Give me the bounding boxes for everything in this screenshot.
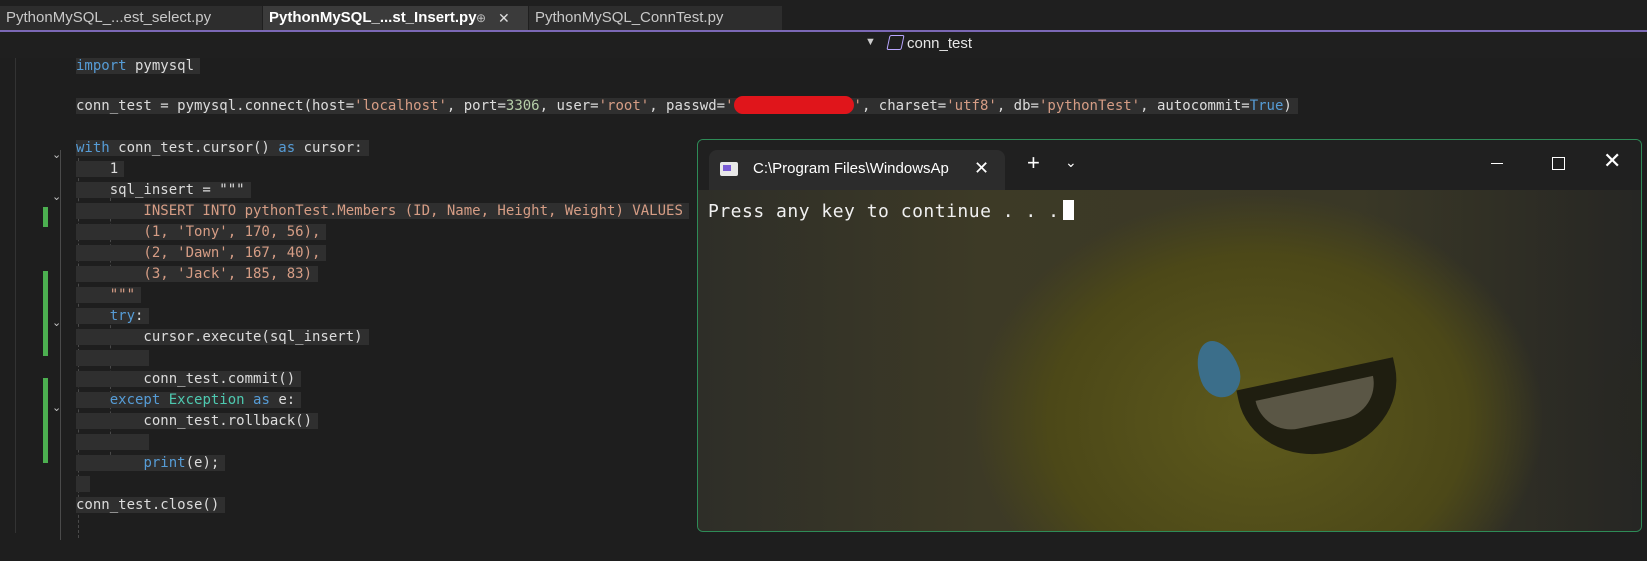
chevron-down-icon[interactable]: ⌄ — [1065, 154, 1077, 171]
tab-est-select[interactable]: PythonMySQL_...est_select.py — [0, 6, 262, 30]
code-line — [76, 474, 91, 494]
maximize-icon[interactable] — [1552, 157, 1565, 170]
navigation-bar: ▼ conn_test — [0, 32, 1647, 59]
code-line: (3, 'Jack', 185, 83) — [76, 264, 319, 284]
gutter-divider — [15, 58, 16, 533]
terminal-window[interactable]: C:\Program Files\WindowsAp ✕ + ⌄ ✕ Press… — [697, 139, 1642, 532]
code-line: cursor.execute(sql_insert) — [76, 327, 369, 347]
terminal-tab[interactable]: C:\Program Files\WindowsAp ✕ — [709, 150, 1005, 190]
code-line: conn_test.commit() — [76, 369, 302, 389]
code-line: sql_insert = """ — [76, 180, 251, 200]
code-line: conn_test.close() — [76, 495, 226, 515]
code-line: (2, 'Dawn', 167, 40), — [76, 243, 327, 263]
tab-conntest[interactable]: PythonMySQL_ConnTest.py — [529, 6, 782, 30]
tab-label: PythonMySQL_ConnTest.py — [535, 9, 724, 26]
text-cursor — [1063, 200, 1075, 220]
change-bar — [43, 207, 48, 227]
code-line: INSERT INTO pythonTest.Members (ID, Name… — [76, 201, 689, 221]
code-line: conn_test.rollback() — [76, 411, 319, 431]
code-line: 1 — [76, 159, 125, 179]
terminal-tab-title: C:\Program Files\WindowsAp — [753, 160, 949, 177]
tab-st-insert[interactable]: PythonMySQL_...st_Insert.py ⊕ ✕ — [263, 6, 528, 30]
code-line: conn_test = pymysql.connect(host='localh… — [76, 96, 1298, 116]
code-line — [76, 432, 150, 452]
tab-label: PythonMySQL_...est_select.py — [6, 9, 212, 26]
pin-icon[interactable]: ⊕ — [476, 6, 486, 30]
cube-icon — [886, 35, 905, 50]
code-line: with conn_test.cursor() as cursor: — [76, 138, 369, 158]
close-icon[interactable]: ✕ — [974, 158, 989, 179]
terminal-background-image — [698, 190, 1641, 531]
minimize-icon[interactable] — [1491, 163, 1503, 164]
change-bar — [43, 271, 48, 356]
code-line: except Exception as e: — [76, 390, 302, 410]
code-line: print(e); — [76, 453, 226, 473]
code-line: """ — [76, 285, 142, 305]
code-line — [76, 348, 150, 368]
close-icon[interactable]: ✕ — [498, 6, 510, 30]
code-line: try: — [76, 306, 150, 326]
password-redaction — [733, 96, 854, 114]
tab-label: PythonMySQL_...st_Insert.py — [269, 9, 477, 26]
symbol-dropdown[interactable]: conn_test — [886, 34, 973, 54]
symbol-label: conn_test — [907, 35, 973, 52]
chevron-down-icon[interactable]: ▼ — [865, 36, 876, 48]
code-line: (1, 'Tony', 170, 56), — [76, 222, 327, 242]
change-bar — [43, 378, 48, 463]
terminal-app-icon — [720, 162, 738, 176]
code-line: import pymysql — [76, 56, 201, 76]
new-tab-icon[interactable]: + — [1027, 152, 1040, 174]
editor-tab-strip: PythonMySQL_...est_select.py PythonMySQL… — [0, 0, 1647, 30]
terminal-output: Press any key to continue . . . — [708, 200, 1075, 222]
scope-guide — [60, 150, 61, 540]
close-icon[interactable]: ✕ — [1603, 149, 1621, 173]
terminal-titlebar[interactable]: C:\Program Files\WindowsAp ✕ + ⌄ ✕ — [698, 140, 1641, 190]
